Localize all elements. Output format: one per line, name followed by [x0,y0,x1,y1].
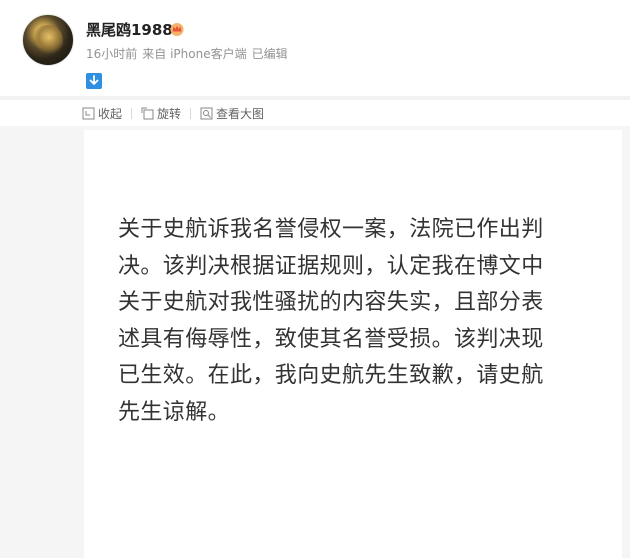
view-large-button[interactable]: 查看大图 [200,105,264,122]
post-source: 来自 iPhone客户端 [142,47,247,61]
separator [190,107,192,119]
notice-line: 关于史航诉我名誉侵权一案，法院已作出判 [118,217,544,242]
rotate-icon [141,107,154,119]
divider [0,96,630,100]
post-header: 黑尾鸥1988 16小时前 来自 iPhone客户端 已编辑 [0,0,630,96]
notice-line: 已生效。在此，我向史航先生致歉，请史航 [118,363,544,388]
username[interactable]: 黑尾鸥1988 [86,19,173,40]
view-large-label: 查看大图 [216,106,265,121]
collapse-button[interactable]: 收起 [82,105,122,122]
avatar[interactable] [22,14,74,66]
separator [131,107,133,119]
image-toolbar: 收起 旋转 查看大图 [82,103,264,123]
post-time[interactable]: 16小时前 [86,47,137,61]
crown-badge-icon [170,23,184,36]
rotate-label: 旋转 [157,106,182,121]
collapse-icon [82,107,95,119]
download-icon[interactable] [86,73,102,89]
edited-label[interactable]: 已编辑 [252,47,288,61]
rotate-button[interactable]: 旋转 [141,105,181,122]
avatar-image [35,25,63,55]
post-meta: 16小时前 来自 iPhone客户端 已编辑 [86,45,293,62]
collapse-label: 收起 [98,106,123,121]
notice-text: 关于史航诉我名誉侵权一案，法院已作出判 决。该判决根据证据规则，认定我在博文中 … [118,212,588,431]
notice-line: 决。该判决根据证据规则，认定我在博文中 [118,253,544,279]
notice-line: 先生谅解。 [118,399,231,425]
notice-line: 关于史航对我性骚扰的内容失实，且部分表 [118,290,544,315]
notice-line: 述具有侮辱性，致使其名誉受损。该判决现 [118,326,544,352]
view-large-icon [200,107,213,119]
